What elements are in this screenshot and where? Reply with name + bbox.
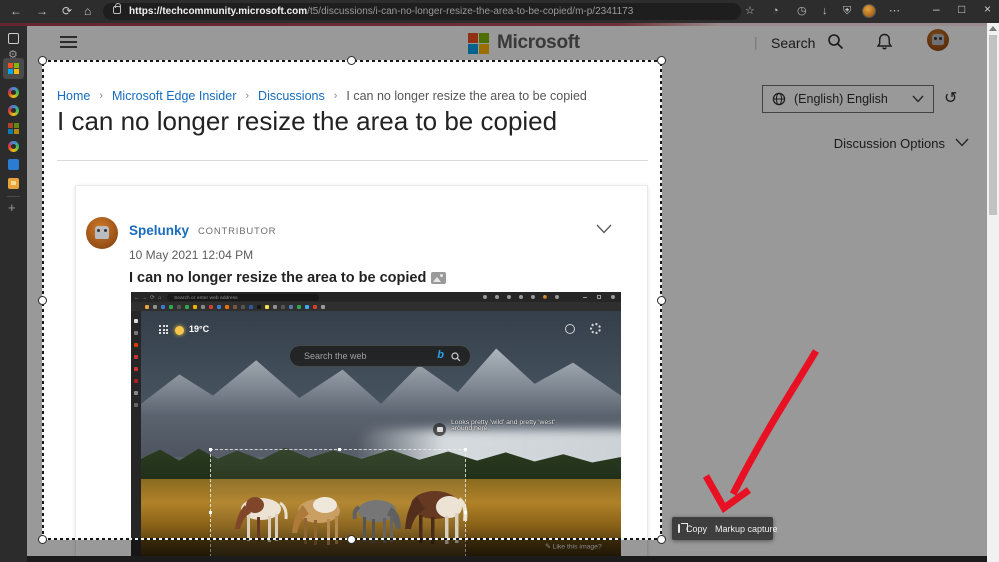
home-icon[interactable]: ⌂ [84,3,91,19]
selection-handle-nw[interactable] [38,56,47,65]
browser-profile-avatar[interactable] [862,4,876,18]
copy-icon [678,522,688,533]
shield-icon[interactable]: ⛨ [843,3,851,19]
hamburger-menu-icon[interactable] [60,36,77,49]
avatar-robot-face [932,34,944,45]
forward-icon[interactable]: → [36,3,48,19]
window-minimize-button[interactable]: – [933,2,940,16]
url-domain: https://techcommunity.microsoft.com [129,6,308,17]
header-separator: | [754,34,758,50]
browser-tab-icon-3[interactable] [8,141,19,152]
lock-icon [113,3,121,14]
user-avatar[interactable] [927,29,949,51]
header-search-label[interactable]: Search [771,35,815,51]
active-tab-highlight[interactable] [3,58,24,79]
capture-toolbar: Copy Markup capture [672,517,778,540]
selection-handle-se[interactable] [657,535,666,544]
selection-handle-w[interactable] [38,296,47,305]
microsoft-tab-icon-muted[interactable] [8,123,19,134]
page-top-accent-strip [0,23,999,26]
page-scrollbar[interactable] [987,23,999,562]
microsoft-tab-icon [8,63,19,74]
selection-handle-ne[interactable] [657,56,666,65]
globe-icon [772,92,786,106]
brand-label: Microsoft [497,32,580,53]
microsoft-brand[interactable]: Microsoft [468,32,580,54]
scrollbar-thumb[interactable] [989,35,997,215]
window-maximize-button[interactable]: □ [958,2,965,16]
downloads-icon[interactable]: ↓ [822,3,828,19]
folder-tab-icon[interactable] [8,178,19,189]
address-bar[interactable]: https://techcommunity.microsoft.com/t5/d… [103,3,741,20]
refresh-icon[interactable]: ⟳ [62,3,72,19]
browser-tab-icon-1[interactable] [8,87,19,98]
selection-handle-sw[interactable] [38,535,47,544]
discussion-options-label[interactable]: Discussion Options [787,136,945,151]
scrollbar-up-arrow[interactable] [989,26,997,31]
notifications-bell-icon[interactable] [876,33,893,50]
vertical-tabs-sidebar: ⚙ + [0,26,27,562]
favorites-star-icon[interactable]: ☆ [745,3,755,19]
reset-language-icon[interactable]: ↺ [944,88,957,108]
selection-handle-s[interactable] [347,535,356,544]
language-selector[interactable]: (English) English [762,85,934,113]
tab-actions-icon[interactable] [8,33,19,44]
capture-selection-region[interactable] [38,56,666,544]
sidebar-divider [7,196,20,197]
markup-capture-button[interactable]: Markup capture [715,524,778,534]
chevron-down-icon [912,95,924,103]
more-menu-icon[interactable]: ⋯ [889,3,900,19]
blue-tab-icon[interactable] [8,159,19,170]
browser-tab-icon-2[interactable] [8,105,19,116]
copy-button[interactable]: Copy [686,524,707,534]
selection-handle-n[interactable] [347,56,356,65]
language-value: (English) English [794,92,888,106]
microsoft-logo-icon [468,32,489,54]
history-icon[interactable]: ◷ [797,3,807,19]
collections-icon[interactable]: ◔ [772,3,779,19]
like-this-image-label: ✎ Like this image? [545,543,602,551]
url-path: /t5/discussions/i-can-no-longer-resize-t… [307,6,634,17]
selection-handle-e[interactable] [657,296,666,305]
browser-toolbar: ← → ⟳ ⌂ https://techcommunity.microsoft.… [0,0,999,23]
window-close-button[interactable]: × [984,2,991,16]
chevron-down-icon[interactable] [955,138,969,147]
search-icon[interactable] [827,33,844,50]
back-icon[interactable]: ← [10,3,22,19]
new-tab-icon[interactable]: + [8,201,16,214]
page-footer-edge [27,556,987,562]
